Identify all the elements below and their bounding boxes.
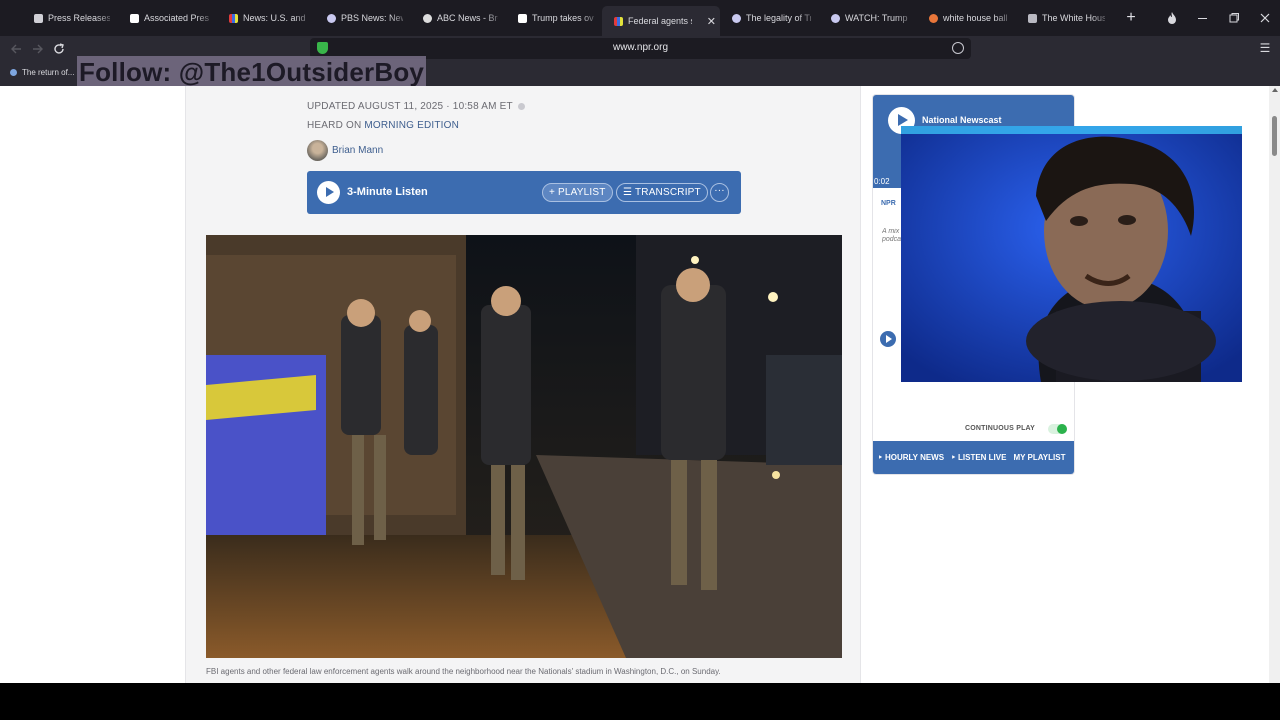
- screen: Press Releases - D Associated Press & Ne…: [0, 0, 1280, 720]
- transcript-button[interactable]: ☰ TRANSCRIPT: [616, 183, 708, 202]
- bookmark-item[interactable]: The return of...: [10, 68, 74, 77]
- tab-label: white house ballro: [943, 13, 1008, 23]
- pbs-icon: [732, 13, 741, 23]
- close-window-icon[interactable]: [1250, 0, 1280, 36]
- close-tab-icon[interactable]: ✕: [707, 15, 716, 28]
- tab-label: The White House: [1042, 13, 1105, 23]
- forward-icon[interactable]: [27, 39, 47, 59]
- byline: Brian Mann: [307, 140, 383, 161]
- tab-ballroom-search[interactable]: white house ballro: [917, 4, 1016, 32]
- player-tab[interactable]: NPR: [881, 200, 896, 207]
- pbs-icon: [831, 13, 840, 23]
- article-photo: [206, 235, 842, 658]
- heard-on-prefix: HEARD ON: [307, 120, 362, 131]
- pbs-icon: [327, 13, 336, 23]
- npr-icon: [614, 16, 623, 26]
- tab-trump-takes-over[interactable]: Trump takes over: [506, 4, 602, 32]
- url-text[interactable]: www.npr.org: [310, 42, 971, 53]
- firefox-view-icon[interactable]: [1157, 0, 1187, 36]
- scroll-thumb[interactable]: [1272, 116, 1277, 156]
- tab-us-news[interactable]: News: U.S. and Wo: [217, 4, 315, 32]
- tab-label: Associated Press &: [144, 13, 209, 23]
- listen-live-link[interactable]: ‣ LISTEN LIVE: [951, 453, 1006, 462]
- hourly-news-link[interactable]: ‣ HOURLY NEWS: [878, 453, 944, 462]
- tab-watch-trump[interactable]: WATCH: Trump say: [819, 4, 917, 32]
- back-icon[interactable]: [6, 39, 26, 59]
- reload-icon[interactable]: [49, 39, 69, 59]
- tab-label: ABC News - Breaki: [437, 13, 498, 23]
- page-scrollbar[interactable]: [1269, 86, 1280, 683]
- stream-follow-overlay: Follow: @The1OutsiderBoy: [77, 56, 427, 88]
- tab-label: WATCH: Trump say: [845, 13, 909, 23]
- tab-federal-agents-active[interactable]: Federal agents spre ✕: [602, 6, 720, 36]
- tab-pbs-news[interactable]: PBS News: News, A: [315, 4, 411, 32]
- restore-icon[interactable]: [1219, 0, 1249, 36]
- tab-white-house[interactable]: The White House: [1016, 4, 1113, 32]
- continuous-play-toggle[interactable]: [1048, 424, 1067, 434]
- heard-on: HEARD ON MORNING EDITION: [307, 120, 459, 131]
- reader-view-icon[interactable]: [952, 42, 964, 54]
- more-options-button[interactable]: ···: [710, 183, 729, 202]
- newscast-title: National Newscast: [922, 115, 1002, 125]
- photo-caption: FBI agents and other federal law enforce…: [206, 667, 721, 676]
- tab-associated-press[interactable]: Associated Press &: [118, 4, 217, 32]
- abc-icon: [423, 13, 432, 23]
- article-column: UPDATED AUGUST 11, 2025 · 10:58 AM ET HE…: [185, 86, 861, 683]
- updated-text: UPDATED AUGUST 11, 2025 · 10:58 AM ET: [307, 101, 513, 112]
- listen-duration[interactable]: 3-Minute Listen: [347, 186, 428, 198]
- bookmark-favicon-icon: [10, 69, 17, 76]
- webcam-overlay: [901, 126, 1242, 382]
- audio-player: 3-Minute Listen + PLAYLIST ☰ TRANSCRIPT …: [307, 171, 741, 214]
- tab-strip: Press Releases - D Associated Press & Ne…: [0, 0, 1280, 36]
- updated-timestamp: UPDATED AUGUST 11, 2025 · 10:58 AM ET: [307, 101, 525, 112]
- player-footer-links: ‣ HOURLY NEWS ‣ LISTEN LIVE MY PLAYLIST: [873, 441, 1074, 474]
- news-icon: [229, 13, 238, 23]
- whitehouse-icon: [1028, 13, 1037, 23]
- tab-label: Press Releases - D: [48, 13, 110, 23]
- tab-abc-news[interactable]: ABC News - Breaki: [411, 4, 506, 32]
- scroll-up-icon[interactable]: [1272, 88, 1278, 92]
- bookmark-label: The return of...: [22, 68, 75, 77]
- info-icon[interactable]: [517, 103, 525, 110]
- play-icon[interactable]: [317, 181, 340, 204]
- elapsed-time: 0:02: [874, 177, 890, 186]
- new-tab-icon[interactable]: +: [1113, 9, 1149, 27]
- author-link[interactable]: Brian Mann: [332, 145, 383, 156]
- tab-label: Federal agents spre: [628, 16, 692, 26]
- tab-label: News: U.S. and Wo: [243, 13, 307, 23]
- continuous-play-label: CONTINUOUS PLAY: [965, 425, 1036, 432]
- page-icon: [34, 13, 43, 23]
- search-icon: [929, 13, 938, 23]
- queue-play-icon[interactable]: [880, 331, 896, 347]
- tab-press-releases[interactable]: Press Releases - D: [22, 4, 118, 32]
- tab-label: The legality of Tru: [746, 13, 811, 23]
- show-link[interactable]: MORNING EDITION: [364, 120, 459, 131]
- ap-logo-icon: [130, 13, 139, 23]
- minimize-icon[interactable]: [1188, 0, 1218, 36]
- add-to-playlist-button[interactable]: + PLAYLIST: [542, 183, 613, 202]
- author-avatar[interactable]: [307, 140, 328, 161]
- tab-legality[interactable]: The legality of Tru: [720, 4, 819, 32]
- tab-label: PBS News: News, A: [341, 13, 403, 23]
- ap-logo-icon: [518, 13, 527, 23]
- my-playlist-link[interactable]: MY PLAYLIST: [1013, 453, 1065, 462]
- menu-icon[interactable]: ☰: [1258, 41, 1272, 55]
- tab-label: Trump takes over: [532, 13, 594, 23]
